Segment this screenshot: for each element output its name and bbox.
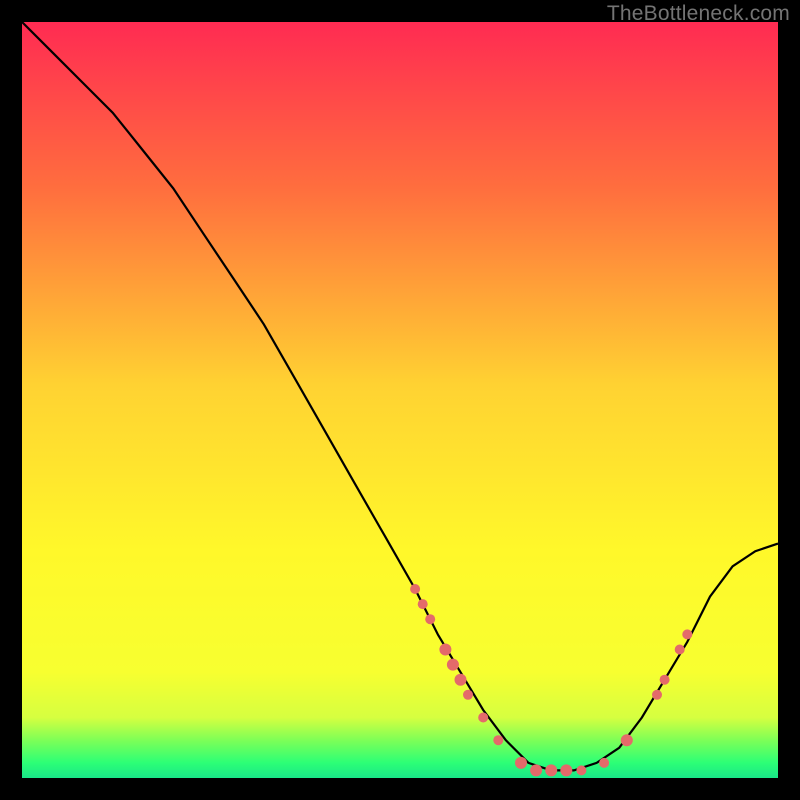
- highlight-point: [675, 645, 685, 655]
- highlight-point: [515, 757, 527, 769]
- highlight-point: [439, 644, 451, 656]
- highlight-point: [410, 584, 420, 594]
- highlight-point: [455, 674, 467, 686]
- highlight-point: [682, 629, 692, 639]
- highlight-point: [530, 764, 542, 776]
- highlight-point: [425, 614, 435, 624]
- highlight-point: [493, 735, 503, 745]
- highlight-point: [621, 734, 633, 746]
- gradient-background: [22, 22, 778, 778]
- chart-frame: [22, 22, 778, 778]
- highlight-point: [576, 765, 586, 775]
- watermark-text: TheBottleneck.com: [607, 2, 790, 26]
- highlight-point: [560, 764, 572, 776]
- highlight-point: [652, 690, 662, 700]
- highlight-point: [545, 764, 557, 776]
- highlight-point: [599, 758, 609, 768]
- chart-svg: [22, 22, 778, 778]
- highlight-point: [478, 713, 488, 723]
- highlight-point: [660, 675, 670, 685]
- highlight-point: [418, 599, 428, 609]
- highlight-point: [463, 690, 473, 700]
- highlight-point: [447, 659, 459, 671]
